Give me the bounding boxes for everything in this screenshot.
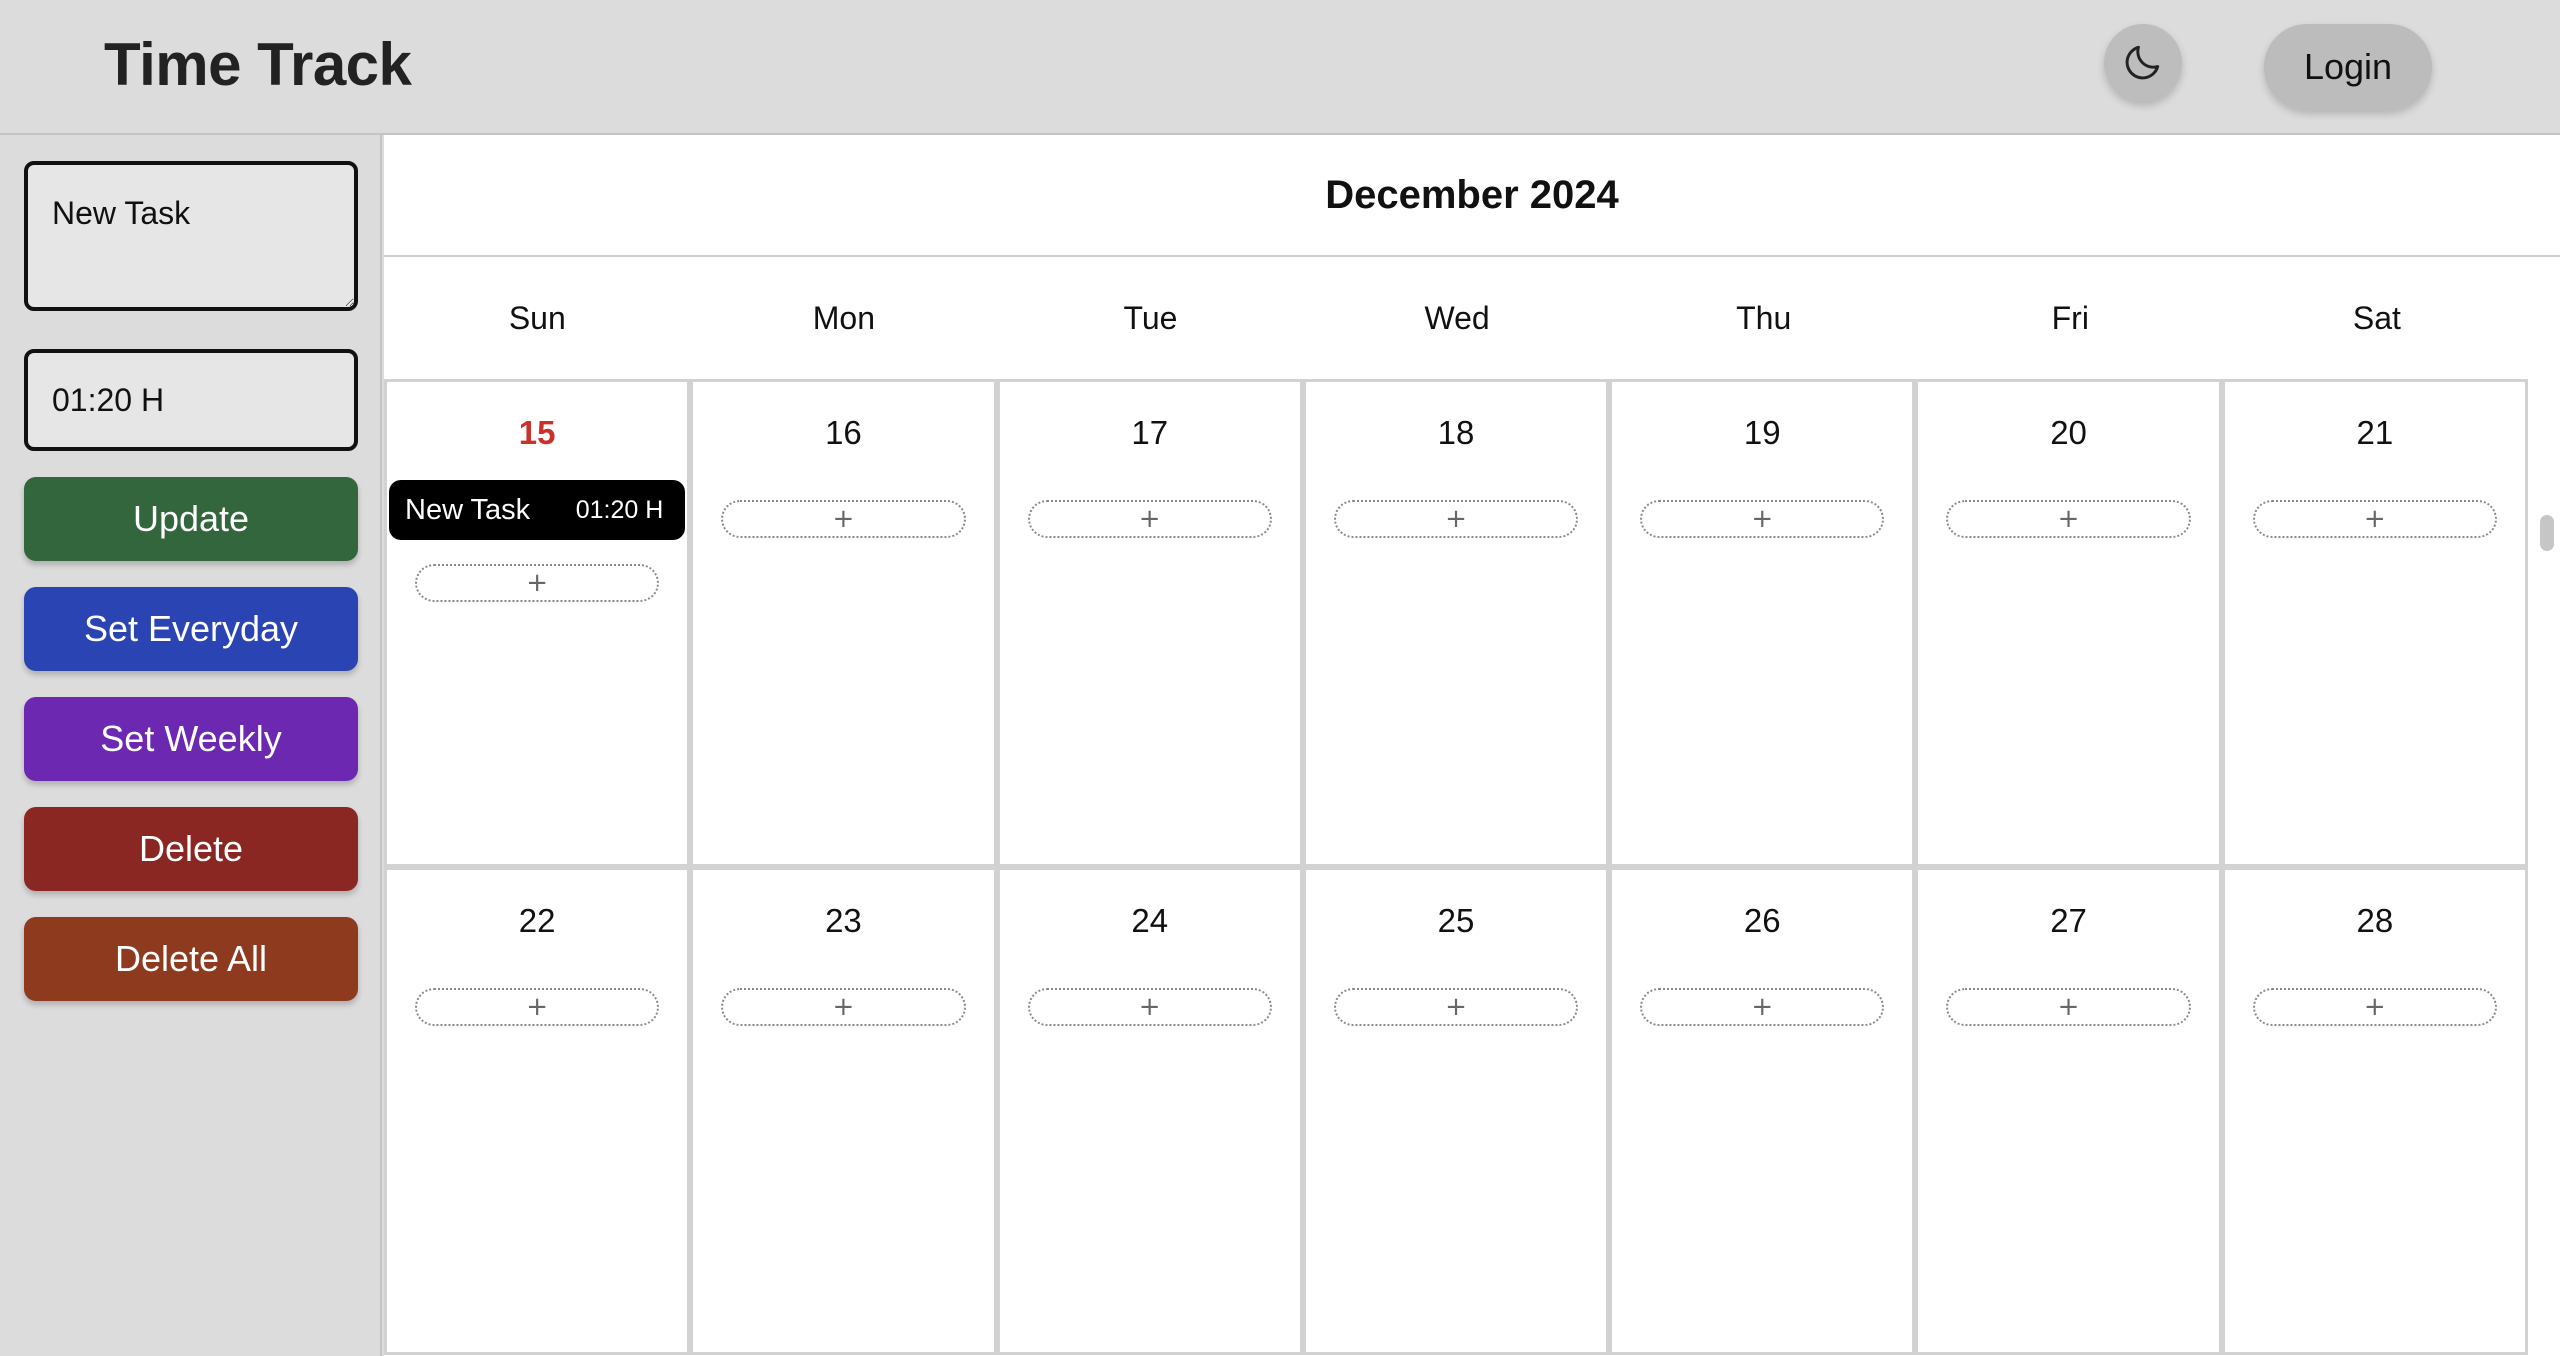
day-cell[interactable]: 23 + bbox=[690, 867, 997, 1355]
weekday-label: Fri bbox=[2051, 299, 2089, 336]
day-number: 28 bbox=[2356, 902, 2394, 939]
weekday-label: Thu bbox=[1736, 299, 1792, 336]
day-cell[interactable]: 15 New Task 01:20 H + bbox=[384, 379, 691, 867]
weekday-label: Sun bbox=[508, 299, 566, 336]
day-number: 21 bbox=[2356, 414, 2394, 451]
add-task-button[interactable]: + bbox=[1027, 988, 1272, 1026]
day-number: 20 bbox=[2050, 414, 2087, 451]
task-chip-name: New Task bbox=[405, 493, 531, 526]
add-task-button[interactable]: + bbox=[721, 500, 966, 538]
task-time-input[interactable] bbox=[24, 349, 358, 451]
day-number: 27 bbox=[2050, 902, 2087, 939]
add-task-button[interactable]: + bbox=[1946, 988, 2191, 1026]
add-task-button[interactable]: + bbox=[1333, 500, 1579, 538]
weekday-label: Mon bbox=[812, 299, 876, 336]
add-task-button[interactable]: + bbox=[1640, 988, 1885, 1026]
day-number: 23 bbox=[825, 902, 862, 939]
day-cell[interactable]: 19 + bbox=[1609, 379, 1916, 867]
day-cell[interactable]: 27 + bbox=[1915, 867, 2222, 1355]
delete-all-button[interactable]: Delete All bbox=[24, 917, 358, 1001]
add-task-button[interactable]: + bbox=[2252, 988, 2497, 1026]
add-task-button[interactable]: + bbox=[1333, 988, 1579, 1026]
day-number: 19 bbox=[1743, 414, 1781, 451]
app-header: Time Track Login bbox=[0, 0, 2560, 135]
add-task-button[interactable]: + bbox=[415, 988, 660, 1026]
task-name-input[interactable]: New Task bbox=[24, 161, 358, 311]
day-number: 24 bbox=[1131, 902, 1169, 939]
theme-toggle-button[interactable] bbox=[2104, 24, 2182, 102]
day-cell[interactable]: 16 + bbox=[690, 379, 997, 867]
add-task-button[interactable]: + bbox=[1946, 500, 2191, 538]
day-cell[interactable]: 22 + bbox=[384, 867, 691, 1355]
update-button[interactable]: Update bbox=[24, 477, 358, 561]
day-number-today: 15 bbox=[518, 414, 556, 451]
day-cell[interactable]: 24 + bbox=[996, 867, 1303, 1355]
day-number: 25 bbox=[1437, 902, 1475, 939]
day-number: 26 bbox=[1743, 902, 1781, 939]
day-cell[interactable]: 20 + bbox=[1915, 379, 2222, 867]
day-cell[interactable]: 25 + bbox=[1302, 867, 1610, 1355]
day-number: 16 bbox=[825, 414, 862, 451]
add-task-button[interactable]: + bbox=[1640, 500, 1885, 538]
day-cell[interactable]: 26 + bbox=[1609, 867, 1916, 1355]
set-everyday-button[interactable]: Set Everyday bbox=[24, 587, 358, 671]
add-task-button[interactable]: + bbox=[721, 988, 966, 1026]
add-task-button[interactable]: + bbox=[415, 564, 660, 602]
day-cell[interactable]: 21 + bbox=[2221, 379, 2528, 867]
day-cell[interactable]: 17 + bbox=[996, 379, 1303, 867]
add-task-button[interactable]: + bbox=[2252, 500, 2497, 538]
month-title: December 2024 bbox=[384, 135, 2560, 257]
calendar-scrollbar[interactable] bbox=[2532, 379, 2560, 1356]
weekday-label: Tue bbox=[1123, 299, 1178, 336]
calendar: December 2024 Sun Mon Tue Wed Thu Fri Sa… bbox=[384, 135, 2560, 1356]
day-number: 18 bbox=[1437, 414, 1475, 451]
login-button[interactable]: Login bbox=[2264, 24, 2432, 110]
day-cell[interactable]: 18 + bbox=[1302, 379, 1610, 867]
day-number: 17 bbox=[1131, 414, 1169, 451]
calendar-weeks: 15 New Task 01:20 H + 16 + 17 + 18 + 19 bbox=[384, 379, 2528, 1356]
add-task-button[interactable]: + bbox=[1027, 500, 1272, 538]
day-cell[interactable]: 28 + bbox=[2221, 867, 2528, 1355]
calendar-week: 15 New Task 01:20 H + 16 + 17 + 18 + 19 bbox=[384, 379, 2528, 867]
scrollbar-thumb[interactable] bbox=[2540, 515, 2554, 551]
task-chip[interactable]: New Task 01:20 H bbox=[389, 480, 686, 540]
weekday-label: Wed bbox=[1424, 299, 1490, 336]
task-chip-time: 01:20 H bbox=[575, 495, 664, 524]
weekday-header-row: Sun Mon Tue Wed Thu Fri Sat bbox=[384, 257, 2560, 379]
moon-icon bbox=[2121, 40, 2165, 87]
delete-button[interactable]: Delete bbox=[24, 807, 358, 891]
day-number: 22 bbox=[518, 902, 556, 939]
app-title: Time Track bbox=[104, 31, 412, 98]
task-sidebar: New Task Update Set Everyday Set Weekly … bbox=[0, 135, 382, 1356]
set-weekly-button[interactable]: Set Weekly bbox=[24, 697, 358, 781]
calendar-week: 22 + 23 + 24 + 25 + 26 + 27 + 28 + bbox=[384, 867, 2528, 1355]
weekday-label: Sat bbox=[2352, 299, 2401, 336]
